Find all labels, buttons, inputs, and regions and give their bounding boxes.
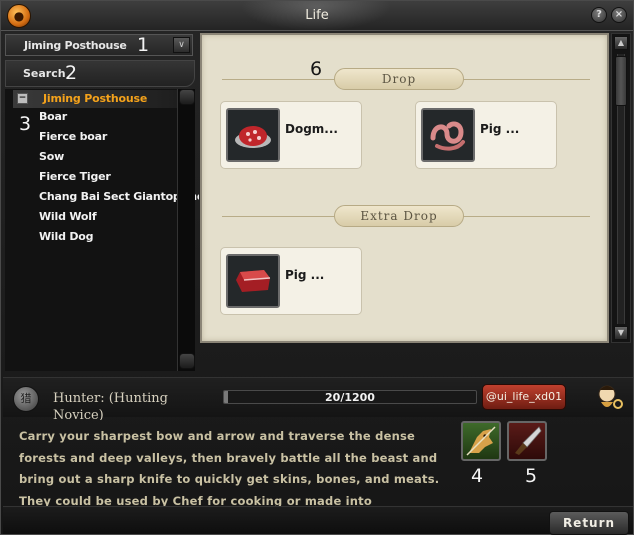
life-window: ● Life ? × Jiming Posthouse ∨ Search − J… — [0, 0, 634, 535]
footer-bar — [3, 506, 633, 534]
pig-meat-icon — [226, 254, 280, 308]
hunter-job-icon: 猎 — [13, 386, 39, 412]
drop-panel-scrollbar[interactable]: ▲ ▼ — [611, 33, 631, 343]
extra-drop-item-pig-meat[interactable]: Pig ... — [220, 247, 362, 315]
dog-meat-icon — [226, 108, 280, 162]
tree-item-sow[interactable]: Sow — [39, 150, 199, 168]
drop-item-name: Dogm... — [285, 122, 338, 136]
extra-drop-item-name: Pig ... — [285, 268, 325, 282]
drop-header: Drop — [334, 68, 464, 90]
drop-item-dog-meat[interactable]: Dogm... — [220, 101, 362, 169]
tree-scroll-up[interactable] — [179, 89, 195, 105]
location-dropdown-value: Jiming Posthouse — [24, 39, 127, 52]
tree-item-boar[interactable]: Boar — [39, 110, 199, 128]
tree-group-jiming-posthouse[interactable]: − Jiming Posthouse — [13, 90, 183, 108]
skinning-knife-skill-icon[interactable] — [507, 421, 547, 461]
callout-1: 1 — [137, 34, 150, 56]
extra-drop-header: Extra Drop — [334, 205, 464, 227]
tree-item-fierce-boar[interactable]: Fierce boar — [39, 130, 199, 148]
scroll-up-icon[interactable]: ▲ — [614, 36, 628, 50]
monster-tree: − Jiming Posthouse Boar Fierce boar Sow … — [5, 89, 199, 371]
tree-item-wild-dog[interactable]: Wild Dog — [39, 230, 199, 248]
drop-item-name: Pig ... — [480, 122, 520, 136]
npc-guide-icon[interactable] — [595, 382, 623, 412]
callout-3: 3 — [19, 113, 32, 135]
collapse-icon[interactable]: − — [17, 93, 28, 104]
close-button[interactable]: × — [611, 7, 627, 23]
tree-scrollbar[interactable] — [177, 89, 195, 371]
life-tag-button[interactable]: @ui_life_xd01 — [482, 384, 566, 410]
experience-progress-text: 20/1200 — [325, 391, 375, 404]
tree-group-label: Jiming Posthouse — [43, 92, 148, 105]
help-button[interactable]: ? — [591, 7, 607, 23]
drop-item-pig-intestine[interactable]: Pig ... — [415, 101, 557, 169]
hunting-skill-icon[interactable] — [461, 421, 501, 461]
search-button[interactable]: Search — [5, 60, 195, 87]
job-title: Hunter: (Hunting Novice) — [53, 391, 168, 420]
search-label: Search — [23, 67, 66, 80]
location-dropdown[interactable]: Jiming Posthouse ∨ — [5, 34, 193, 56]
chevron-down-icon[interactable]: ∨ — [173, 37, 190, 53]
tree-scroll-down[interactable] — [179, 353, 195, 369]
title-bar[interactable]: ● Life ? × — [1, 1, 633, 31]
tree-item-fierce-tiger[interactable]: Fierce Tiger — [39, 170, 199, 188]
tree-item-giantopithecus[interactable]: Chang Bai Sect Giantopithecu — [39, 190, 199, 208]
window-title: Life — [305, 8, 329, 23]
scroll-thumb[interactable] — [615, 56, 627, 106]
return-button[interactable]: Return — [549, 511, 629, 535]
callout-4: 4 — [471, 465, 484, 487]
callout-5: 5 — [525, 465, 538, 487]
callout-6: 6 — [310, 58, 323, 80]
callout-2: 2 — [65, 62, 78, 84]
scroll-down-icon[interactable]: ▼ — [614, 326, 628, 340]
drop-panel: Drop 6 Dogm... Pig ... Extra Drop Pig ..… — [200, 33, 609, 343]
experience-progress-bar: 20/1200 — [223, 390, 477, 404]
pig-intestine-icon — [421, 108, 475, 162]
job-info-bar: 猎 Hunter: (Hunting Novice) 20/1200 @ui_l… — [3, 377, 633, 420]
tree-item-wild-wolf[interactable]: Wild Wolf — [39, 210, 199, 228]
